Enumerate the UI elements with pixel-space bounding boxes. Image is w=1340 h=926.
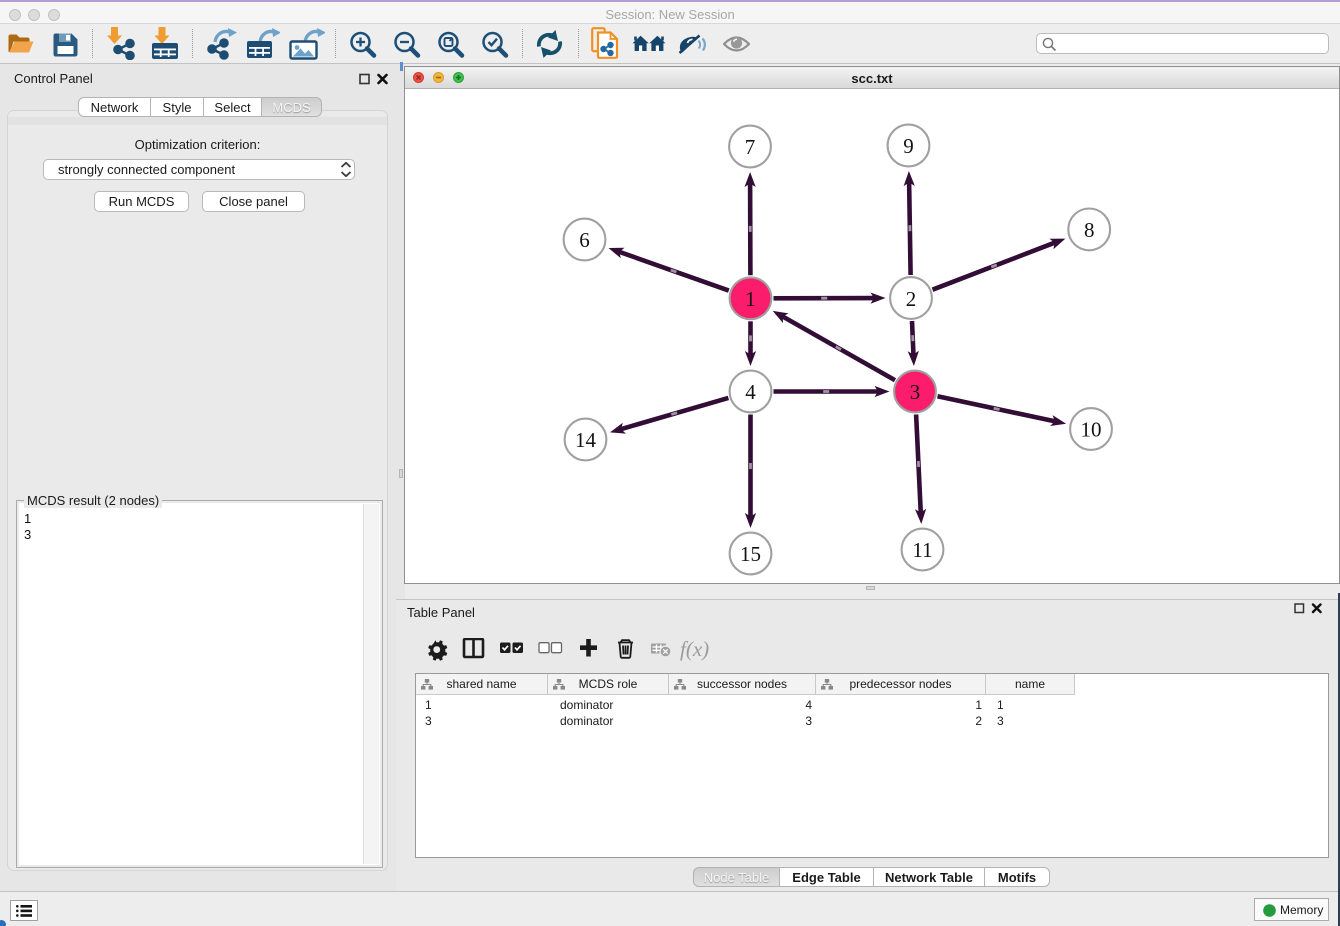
svg-text:4: 4 <box>745 380 756 404</box>
svg-text:14: 14 <box>575 428 597 452</box>
svg-text:f(x): f(x) <box>680 638 709 661</box>
svg-text:10: 10 <box>1081 418 1102 442</box>
svg-text:9: 9 <box>903 134 914 158</box>
svg-text:6: 6 <box>579 228 590 252</box>
svg-text:15: 15 <box>740 542 761 566</box>
svg-text:2: 2 <box>906 287 917 311</box>
svg-text:7: 7 <box>745 135 756 159</box>
svg-text:3: 3 <box>910 380 921 404</box>
svg-text:1: 1 <box>745 287 756 311</box>
svg-text:11: 11 <box>912 538 932 562</box>
svg-text:8: 8 <box>1084 218 1095 242</box>
